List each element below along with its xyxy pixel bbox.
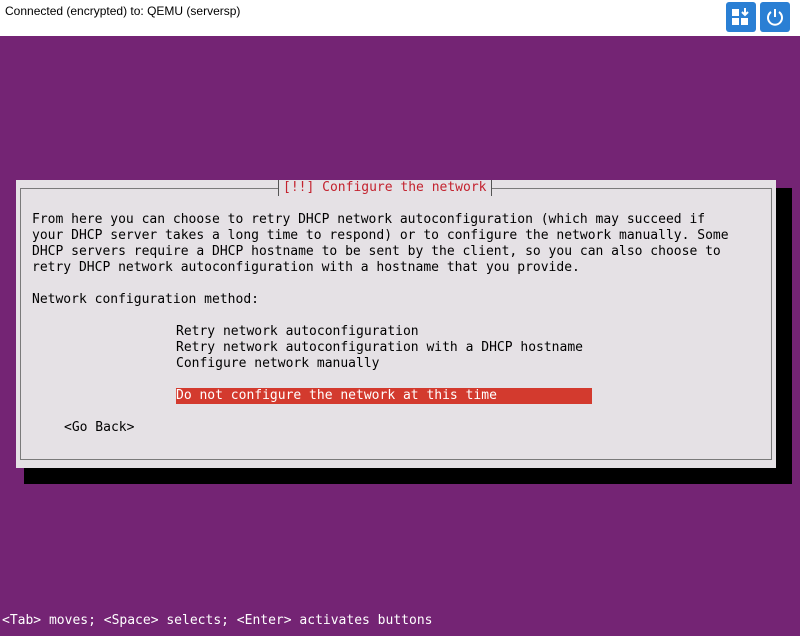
power-icon (767, 9, 783, 26)
send-keys-button[interactable] (726, 2, 756, 32)
dialog-shadow (24, 468, 792, 484)
vnc-top-bar: Connected (encrypted) to: QEMU (serversp… (0, 0, 800, 36)
method-label: Network configuration method: (32, 292, 259, 307)
dialog-title: [!!] Configure the network (278, 180, 492, 196)
description-line: retry DHCP network autoconfiguration wit… (32, 260, 580, 275)
connection-status: Connected (encrypted) to: QEMU (serversp… (5, 4, 241, 18)
dialog-description: From here you can choose to retry DHCP n… (32, 212, 729, 276)
key-help-status: <Tab> moves; <Space> selects; <Enter> ac… (2, 613, 433, 628)
go-back-button[interactable]: <Go Back> (64, 420, 134, 436)
description-line: your DHCP server takes a long time to re… (32, 228, 729, 243)
power-button[interactable] (760, 2, 790, 32)
option-do-not-configure[interactable]: Do not configure the network at this tim… (176, 388, 592, 404)
dialog-shadow (776, 188, 792, 484)
option-retry-autoconfig[interactable]: Retry network autoconfiguration (176, 324, 419, 340)
configure-network-dialog: [!!] Configure the network From here you… (16, 180, 776, 468)
description-line: DHCP servers require a DHCP hostname to … (32, 244, 721, 259)
send-keys-icon (732, 8, 749, 25)
option-configure-manually[interactable]: Configure network manually (176, 356, 380, 372)
option-retry-with-hostname[interactable]: Retry network autoconfiguration with a D… (176, 340, 583, 356)
console-screen[interactable]: [!!] Configure the network From here you… (0, 36, 800, 636)
description-line: From here you can choose to retry DHCP n… (32, 212, 706, 227)
